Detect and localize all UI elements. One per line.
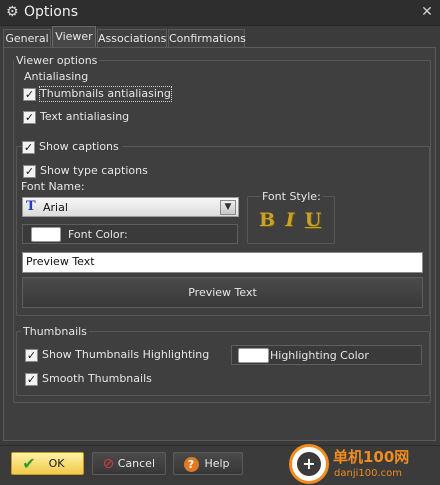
tab-strip: General Viewer Associations Confirmation… bbox=[0, 26, 440, 48]
font-color-label: Font Color: bbox=[68, 228, 128, 241]
viewer-options-title: Viewer options bbox=[14, 54, 100, 67]
show-thumbnails-highlighting-checkbox[interactable]: ✓ Show Thumbnails Highlighting bbox=[25, 347, 209, 363]
font-name-select[interactable]: T Arial ▼ bbox=[22, 197, 239, 217]
tab-associations[interactable]: Associations bbox=[97, 29, 167, 48]
show-type-captions-checkbox[interactable]: ✓ Show type captions bbox=[23, 163, 148, 179]
show-captions-label: Show captions bbox=[39, 140, 119, 153]
show-thumbnails-highlighting-label: Show Thumbnails Highlighting bbox=[42, 348, 210, 361]
highlighting-color-picker[interactable]: Highlighting Color bbox=[231, 345, 422, 365]
checkbox-box[interactable]: ✓ bbox=[23, 164, 36, 178]
close-icon[interactable]: ✕ bbox=[418, 3, 436, 21]
bold-button[interactable]: B bbox=[256, 208, 278, 232]
underline-button[interactable]: U bbox=[302, 208, 324, 232]
ok-label: OK bbox=[48, 457, 65, 470]
tab-confirmations[interactable]: Confirmations bbox=[168, 29, 246, 48]
checkbox-box[interactable]: ✓ bbox=[22, 140, 35, 154]
tab-viewer[interactable]: Viewer bbox=[52, 26, 96, 48]
font-name-label: Font Name: bbox=[21, 180, 85, 193]
font-name-value: Arial bbox=[43, 201, 68, 214]
highlighting-color-label: Highlighting Color bbox=[270, 349, 369, 362]
chevron-down-icon[interactable]: ▼ bbox=[220, 200, 236, 215]
truetype-font-icon: T bbox=[26, 199, 36, 214]
checkbox-box[interactable]: ✓ bbox=[25, 372, 38, 386]
cancel-button[interactable]: ⊘ Cancel bbox=[92, 452, 166, 475]
highlighting-color-swatch[interactable] bbox=[238, 348, 269, 363]
title-bar: ⚙ Options ✕ bbox=[0, 0, 440, 26]
checkbox-box[interactable]: ✓ bbox=[23, 110, 36, 124]
help-icon: ? bbox=[180, 454, 202, 474]
tab-general[interactable]: General bbox=[3, 29, 51, 48]
watermark-text: 单机100网 bbox=[333, 448, 410, 466]
text-antialiasing-label: Text antialiasing bbox=[40, 110, 130, 123]
cancel-label: Cancel bbox=[117, 457, 155, 470]
watermark-url: danji100.com bbox=[334, 468, 402, 479]
watermark-logo: + bbox=[289, 444, 329, 484]
cancel-icon: ⊘ bbox=[102, 455, 115, 472]
ok-button[interactable]: ✔ OK bbox=[11, 452, 84, 475]
preview-text-input[interactable]: Preview Text bbox=[22, 252, 423, 273]
help-label: Help bbox=[204, 457, 230, 470]
thumbnails-title: Thumbnails bbox=[21, 325, 89, 338]
font-color-swatch[interactable] bbox=[31, 227, 61, 242]
show-captions-checkbox[interactable]: ✓ Show captions bbox=[22, 139, 122, 155]
footer-divider bbox=[0, 445, 440, 446]
italic-button[interactable]: I bbox=[279, 208, 301, 232]
show-type-captions-label: Show type captions bbox=[40, 164, 148, 177]
thumbnails-antialiasing-label: Thumbnails antialiasing bbox=[39, 86, 172, 102]
help-button[interactable]: ? Help bbox=[173, 452, 243, 475]
window-title: Options bbox=[24, 4, 79, 20]
checkmark-icon: ✔ bbox=[22, 453, 36, 473]
font-color-picker[interactable]: Font Color: bbox=[22, 224, 238, 244]
font-style-title: Font Style: bbox=[260, 190, 323, 203]
text-antialiasing-checkbox[interactable]: ✓ Text antialiasing bbox=[23, 109, 129, 125]
preview-text-button[interactable]: Preview Text bbox=[22, 277, 423, 308]
antialiasing-title: Antialiasing bbox=[22, 70, 91, 83]
thumbnails-antialiasing-checkbox[interactable]: ✓ Thumbnails antialiasing bbox=[23, 86, 172, 102]
checkbox-box[interactable]: ✓ bbox=[23, 87, 36, 101]
smooth-thumbnails-label: Smooth Thumbnails bbox=[42, 372, 152, 385]
smooth-thumbnails-checkbox[interactable]: ✓ Smooth Thumbnails bbox=[25, 371, 152, 387]
gear-icon: ⚙ bbox=[6, 4, 19, 20]
checkbox-box[interactable]: ✓ bbox=[25, 348, 38, 362]
plus-icon: + bbox=[297, 452, 321, 476]
